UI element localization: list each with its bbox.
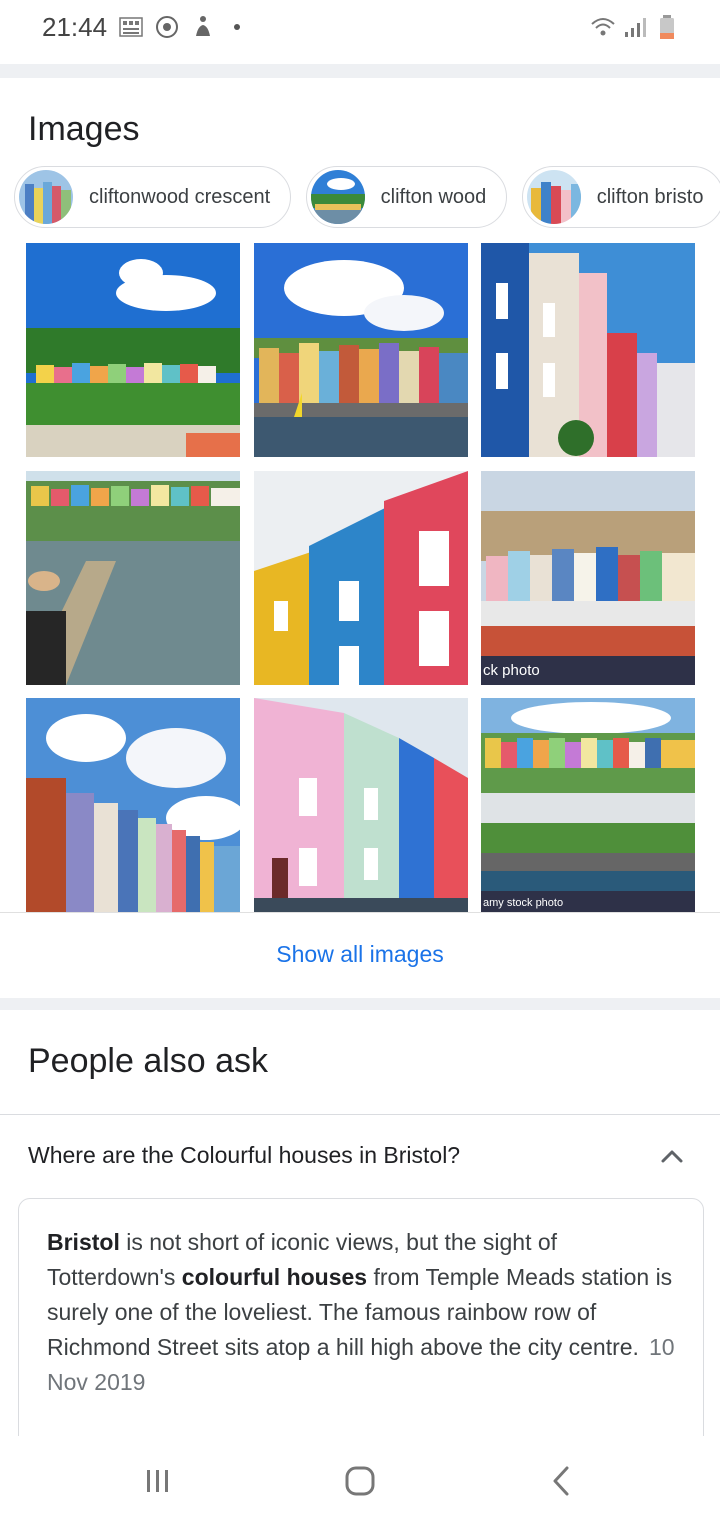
system-nav-bar [0, 1436, 720, 1520]
chevron-up-icon[interactable] [658, 1142, 686, 1170]
chip-thumbnail [526, 170, 581, 224]
answer-bold-term: Bristol [47, 1229, 120, 1255]
notification-dot-icon [234, 24, 240, 30]
qr-code-icon [119, 17, 143, 37]
section-band-top [0, 64, 720, 78]
people-also-ask-title: People also ask [28, 1042, 269, 1080]
image-result[interactable] [254, 243, 468, 457]
image-result[interactable] [481, 243, 695, 457]
chip-clifton-wood[interactable]: clifton wood [305, 166, 508, 228]
answer-bold-term: colourful houses [181, 1264, 368, 1290]
image-result[interactable]: amy stock photo [481, 698, 695, 912]
chip-thumbnail [19, 170, 73, 224]
images-section-title: Images [28, 110, 140, 148]
image-result[interactable] [26, 471, 240, 685]
cell-signal-icon [625, 18, 646, 37]
image-result[interactable] [26, 243, 240, 457]
status-time: 21:44 [42, 12, 108, 42]
show-all-images-area: Show all images [0, 912, 720, 998]
wifi-icon [591, 18, 615, 36]
chip-clifton-bristol[interactable]: clifton bristo [521, 166, 720, 228]
related-search-chips: cliftonwood crescent clifton wood clifto… [14, 166, 720, 228]
status-bar: 21:44 [0, 0, 720, 60]
screen-recorder-icon [156, 16, 178, 38]
accessibility-icon [196, 16, 210, 36]
recent-apps-icon[interactable] [138, 1464, 178, 1498]
chip-label: cliftonwood crescent [89, 185, 271, 208]
paa-divider [0, 1114, 720, 1115]
home-icon[interactable] [340, 1464, 380, 1498]
image-result[interactable]: ck photo [481, 471, 695, 685]
chip-label: clifton wood [380, 185, 487, 208]
section-band-middle [0, 998, 720, 1010]
image-result[interactable] [254, 698, 468, 912]
stock-watermark: amy stock photo [483, 897, 563, 909]
image-result[interactable] [26, 698, 240, 912]
back-icon[interactable] [542, 1464, 582, 1498]
image-result[interactable] [254, 471, 468, 685]
status-icons-left [118, 14, 240, 40]
battery-low-icon [660, 15, 674, 39]
paa-question[interactable]: Where are the Colourful houses in Bristo… [28, 1142, 460, 1169]
paa-answer-text: Bristol is not short of iconic views, bu… [47, 1225, 675, 1400]
chip-cliftonwood-crescent[interactable]: cliftonwood crescent [14, 166, 292, 228]
chip-thumbnail [310, 170, 365, 224]
show-all-images-link[interactable]: Show all images [0, 941, 720, 968]
stock-watermark: ck photo [483, 662, 540, 679]
chip-label: clifton bristo [596, 185, 704, 208]
status-icons-right [590, 14, 680, 40]
paa-answer-card: Bristol is not short of iconic views, bu… [18, 1198, 704, 1458]
